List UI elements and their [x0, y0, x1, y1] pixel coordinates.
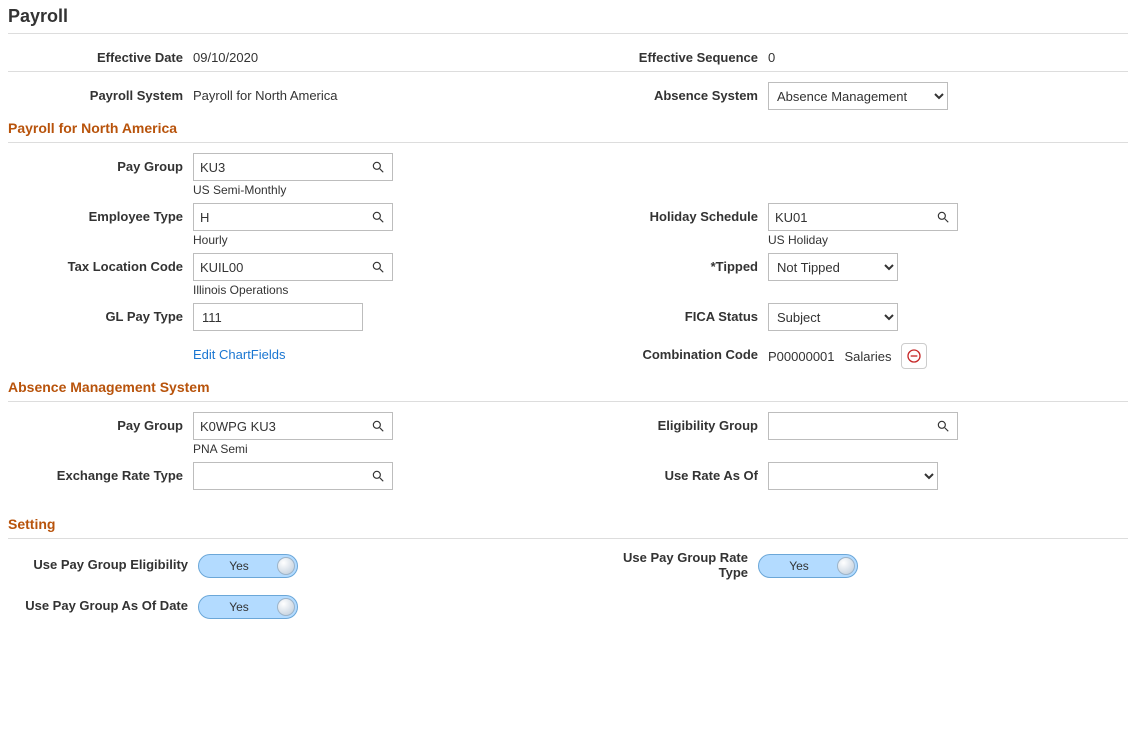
absence-system-select[interactable]: Absence Management: [768, 82, 948, 110]
tax-location-lookup[interactable]: [193, 253, 393, 281]
pay-group-label: Pay Group: [8, 153, 193, 174]
effective-sequence-label: Effective Sequence: [573, 44, 768, 65]
gl-pay-type-label: GL Pay Type: [8, 303, 193, 324]
eligibility-group-lookup[interactable]: [768, 412, 958, 440]
delete-combination-button[interactable]: [901, 343, 927, 369]
ams-pay-group-lookup[interactable]: [193, 412, 393, 440]
use-pg-rate-type-toggle[interactable]: Yes: [758, 554, 858, 578]
combination-code-row: P00000001 Salaries: [768, 343, 927, 369]
gl-pay-type-input[interactable]: [193, 303, 363, 331]
use-pg-eligibility-label: Use Pay Group Eligibility: [8, 558, 198, 573]
use-rate-as-of-select[interactable]: [768, 462, 938, 490]
holiday-schedule-label: Holiday Schedule: [573, 203, 768, 224]
effective-sequence-value: 0: [768, 44, 1008, 65]
use-pg-rate-type-label: Use Pay Group Rate Type: [598, 551, 758, 581]
payroll-system-value: Payroll for North America: [193, 82, 573, 103]
search-icon[interactable]: [364, 413, 392, 439]
holiday-schedule-input[interactable]: [769, 206, 929, 229]
pay-group-input[interactable]: [194, 156, 364, 179]
exchange-rate-type-input[interactable]: [194, 465, 364, 488]
ams-pay-group-desc: PNA Semi: [193, 440, 573, 456]
combination-code-desc: Salaries: [845, 349, 892, 364]
search-icon[interactable]: [364, 254, 392, 280]
employee-type-lookup[interactable]: [193, 203, 393, 231]
exchange-rate-type-lookup[interactable]: [193, 462, 393, 490]
use-pg-as-of-date-toggle[interactable]: Yes: [198, 595, 298, 619]
employee-type-input[interactable]: [194, 206, 364, 229]
absence-system-label: Absence System: [573, 82, 768, 103]
combination-code-label: Combination Code: [573, 337, 768, 362]
search-icon[interactable]: [929, 204, 957, 230]
tax-location-desc: Illinois Operations: [193, 281, 573, 297]
ams-pay-group-input[interactable]: [194, 415, 364, 438]
pay-group-lookup[interactable]: [193, 153, 393, 181]
holiday-schedule-desc: US Holiday: [768, 231, 1008, 247]
exchange-rate-type-label: Exchange Rate Type: [8, 462, 193, 483]
toggle-knob-icon: [277, 598, 295, 616]
pay-group-desc: US Semi-Monthly: [193, 181, 573, 197]
divider: [8, 401, 1128, 402]
payroll-system-label: Payroll System: [8, 82, 193, 103]
fica-status-select[interactable]: Subject: [768, 303, 898, 331]
effective-date-label: Effective Date: [8, 44, 193, 65]
search-icon[interactable]: [929, 413, 957, 439]
use-pg-as-of-date-label: Use Pay Group As Of Date: [8, 599, 198, 614]
system-grid: Payroll System Payroll for North America…: [8, 78, 1128, 114]
effective-date-value: 09/10/2020: [193, 44, 573, 65]
combination-code-value: P00000001: [768, 349, 835, 364]
tax-location-input[interactable]: [194, 256, 364, 279]
page-title: Payroll: [8, 4, 1128, 31]
header-grid: Effective Date 09/10/2020 Effective Sequ…: [8, 40, 1128, 69]
search-icon[interactable]: [364, 204, 392, 230]
minus-circle-icon: [906, 348, 922, 364]
eligibility-group-label: Eligibility Group: [573, 412, 768, 433]
edit-chartfields-link[interactable]: Edit ChartFields: [193, 347, 285, 362]
divider: [8, 71, 1128, 72]
toggle-knob-icon: [277, 557, 295, 575]
ams-pay-group-label: Pay Group: [8, 412, 193, 433]
eligibility-group-input[interactable]: [769, 415, 929, 438]
tipped-label: *Tipped: [573, 253, 768, 274]
employee-type-label: Employee Type: [8, 203, 193, 224]
setting-section-title: Setting: [8, 510, 1128, 536]
pna-grid: Pay Group US Semi-Monthly Employee Type …: [8, 149, 1128, 373]
setting-grid: Use Pay Group Eligibility Yes Use Pay Gr…: [8, 545, 1128, 619]
use-pg-eligibility-toggle[interactable]: Yes: [198, 554, 298, 578]
divider: [8, 142, 1128, 143]
ams-section-title: Absence Management System: [8, 373, 1128, 399]
search-icon[interactable]: [364, 463, 392, 489]
use-rate-as-of-label: Use Rate As Of: [573, 462, 768, 483]
divider: [8, 538, 1128, 539]
fica-status-label: FICA Status: [573, 303, 768, 324]
employee-type-desc: Hourly: [193, 231, 573, 247]
pna-section-title: Payroll for North America: [8, 114, 1128, 140]
holiday-schedule-lookup[interactable]: [768, 203, 958, 231]
tipped-select[interactable]: Not Tipped: [768, 253, 898, 281]
search-icon[interactable]: [364, 154, 392, 180]
ams-grid: Pay Group PNA Semi Eligibility Group Exc…: [8, 408, 1128, 494]
toggle-knob-icon: [837, 557, 855, 575]
tax-location-label: Tax Location Code: [8, 253, 193, 274]
divider: [8, 33, 1128, 34]
